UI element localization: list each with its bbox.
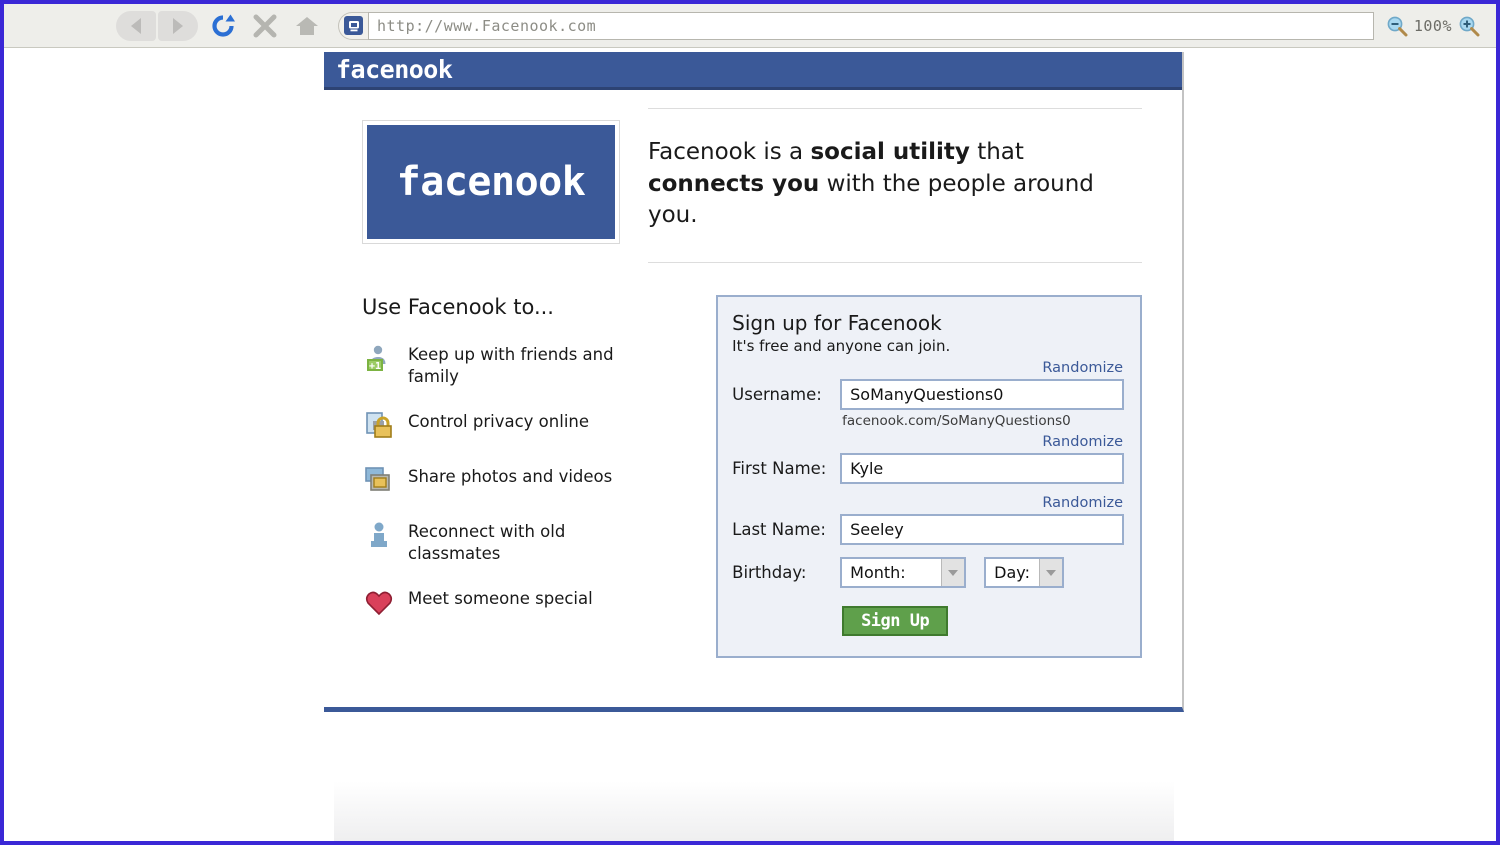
tagline-bold1: social utility [810,139,970,165]
tagline-bold2: connects you [648,170,820,197]
feature-label: Keep up with friends and family [408,345,614,386]
screenshot-root: http://www.Facenook.com 100% facenook fa… [0,0,1500,845]
lower-section: Use Facenook to... +1 Keep up with frien… [362,295,1142,659]
first-name-label: First Name: [732,459,827,479]
site-logo-text[interactable]: facenook [336,55,453,84]
forward-button[interactable] [158,10,198,41]
birthday-day-select[interactable]: Day: [984,557,1065,589]
add-friend-icon: +1 [362,341,396,375]
person-silhouette-icon [362,518,396,552]
close-x-icon [253,14,277,37]
chevron-down-icon[interactable] [941,559,965,587]
username-label: Username: [732,385,822,405]
features-heading: Use Facenook to... [362,295,554,320]
first-name-input[interactable]: Kyle [840,453,1124,485]
first-name-row: First Name: Kyle [732,453,1124,485]
favicon-holder [338,11,368,40]
computer-monitor-favicon [344,16,363,35]
feature-label: Share photos and videos [408,467,613,487]
birthday-day-value: Day: [994,563,1030,583]
birthday-month-value: Month: [850,563,906,583]
reload-button[interactable] [206,9,240,43]
randomize-first-row: Randomize [732,431,1124,450]
browser-toolbar: http://www.Facenook.com 100% [4,4,1496,48]
page-body: facenook Facenook is a social utility th… [324,90,1182,659]
birthday-row: Birthday: Month: Day: [732,557,1124,589]
signup-title: Sign up for Facenook [732,311,942,336]
feature-item: +1 Keep up with friends and family [362,341,700,387]
privacy-lock-icon [362,408,396,442]
chevron-left-icon [131,17,141,34]
features-column: Use Facenook to... +1 Keep up with frien… [362,295,700,658]
logo-wordmark: facenook [396,159,586,205]
url-input[interactable]: http://www.Facenook.com [368,11,1374,40]
username-input[interactable]: SoManyQuestions0 [840,379,1124,411]
divider-bottom [648,262,1142,264]
tagline-part1: Facenook is a [648,139,811,165]
logo-box: facenook [362,120,620,244]
last-name-input[interactable]: Seeley [840,514,1124,546]
back-button[interactable] [116,10,156,41]
monitor-glyph-icon [348,20,359,31]
svg-text:+1: +1 [369,361,381,372]
signup-panel: Sign up for Facenook It's free and anyon… [716,295,1142,659]
logo-inner: facenook [367,125,615,239]
chevron-right-icon [173,17,183,34]
username-row: Username: SoManyQuestions0 [732,379,1124,411]
birthday-label: Birthday: [732,563,807,583]
stop-button[interactable] [248,9,282,43]
feature-label: Reconnect with old classmates [408,522,566,563]
feature-item: Reconnect with old classmates [362,518,700,564]
feature-label: Meet someone special [408,588,593,608]
navigation-buttons [116,10,198,41]
randomize-last-row: Randomize [732,492,1124,511]
feature-label: Control privacy online [408,412,590,432]
home-icon [296,16,318,35]
tagline-part2: that [969,139,1024,165]
zoom-controls: 100% [1386,15,1480,37]
birthday-month-select[interactable]: Month: [840,557,967,589]
hero-text-column: Facenook is a social utility that connec… [648,108,1142,264]
randomize-username-row: Randomize [732,357,1124,376]
zoom-in-icon[interactable] [1458,15,1480,37]
web-page: facenook facenook Facenook is a social u… [324,52,1184,712]
heart-icon [362,585,396,619]
feature-item: Meet someone special [362,585,700,619]
site-header: facenook [324,52,1182,90]
randomize-first-name-link[interactable]: Randomize [1042,434,1123,450]
bottom-shadow [334,781,1174,841]
last-name-row: Last Name: Seeley [732,514,1124,546]
reload-icon [212,14,235,37]
randomize-username-link[interactable]: Randomize [1042,360,1123,376]
feature-item: Control privacy online [362,408,700,442]
randomize-last-name-link[interactable]: Randomize [1042,495,1123,511]
last-name-label: Last Name: [732,520,826,540]
zoom-out-icon[interactable] [1386,15,1408,37]
address-bar[interactable]: http://www.Facenook.com [338,11,1374,40]
feature-item: Share photos and videos [362,463,700,497]
hero-section: facenook Facenook is a social utility th… [362,108,1142,264]
signup-subtitle: It's free and anyone can join. [732,337,951,356]
username-url-hint: facenook.com/SoManyQuestions0 [842,413,1071,430]
chevron-down-icon[interactable] [1039,559,1063,587]
zoom-level-label: 100% [1413,16,1452,35]
tagline: Facenook is a social utility that connec… [648,109,1142,262]
home-button[interactable] [290,9,324,43]
photo-frames-icon [362,463,396,497]
sign-up-button[interactable]: Sign Up [842,606,949,637]
